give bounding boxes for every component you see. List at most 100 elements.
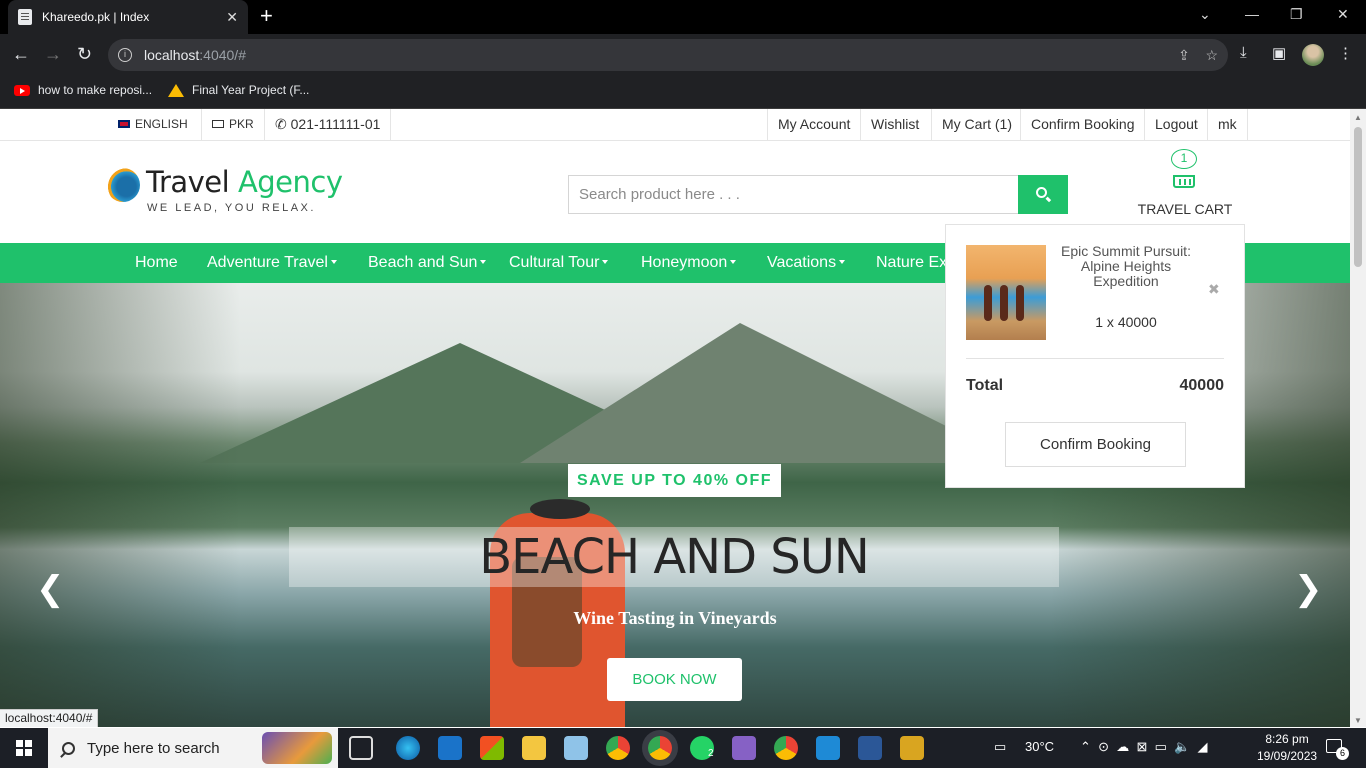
language-selector[interactable]: ENGLISH [108, 109, 198, 140]
money-icon [212, 120, 224, 128]
task-view-icon[interactable] [349, 736, 373, 760]
restore-window-icon[interactable]: ❐ [1290, 6, 1303, 23]
file-explorer-icon[interactable] [522, 736, 546, 760]
page-scrollbar[interactable]: ▲ ▼ [1350, 109, 1366, 727]
system-tray-icons[interactable]: ⌃ ⊙ ☁ ⊠ ▭ 🔈 ◢ [1080, 739, 1208, 755]
store-icon[interactable] [480, 736, 504, 760]
caret-down-icon [602, 260, 609, 264]
download-icon[interactable]: ⤓ [1240, 44, 1247, 61]
book-now-button[interactable]: BOOK NOW [607, 658, 742, 701]
nav-label: Beach and Sun [368, 254, 478, 271]
word-icon[interactable] [858, 736, 882, 760]
chrome-icon[interactable] [606, 736, 630, 760]
nav-label: Home [135, 254, 178, 271]
travel-cart[interactable]: 1 TRAVEL CART [1130, 147, 1240, 217]
weather-icon[interactable]: ▭ [994, 739, 1006, 755]
vscode-icon[interactable] [816, 736, 840, 760]
slider-next-icon[interactable]: ❯ [1294, 572, 1323, 606]
address-bar[interactable]: i localhost :4040/# ⇪ ☆ [108, 39, 1228, 71]
site-info-icon[interactable]: i [118, 48, 132, 62]
side-panel-icon[interactable]: ▣ [1272, 44, 1286, 62]
profile-avatar[interactable] [1302, 44, 1324, 66]
wishlist-link[interactable]: Wishlist [860, 109, 929, 140]
my-account-link[interactable]: My Account [767, 109, 860, 140]
system-clock[interactable]: 8:26 pm 19/09/2023 [1257, 731, 1317, 765]
browser-tab-active[interactable]: Khareedo.pk | Index ✕ [8, 0, 248, 34]
scrollbar-thumb[interactable] [1354, 127, 1362, 267]
phone-icon: ✆ [275, 116, 287, 132]
nav-home[interactable]: Home [135, 243, 178, 283]
mail-icon[interactable] [438, 736, 462, 760]
tab-search-chevron-icon[interactable]: ⌄ [1199, 6, 1211, 23]
tab-close-icon[interactable]: ✕ [226, 9, 238, 26]
language-label: ENGLISH [135, 117, 188, 131]
logo-tagline: WE LEAD, YOU RELAX. [147, 202, 316, 214]
product-search [568, 175, 1068, 214]
visual-studio-icon[interactable] [732, 736, 756, 760]
temperature[interactable]: 30°C [1025, 739, 1054, 754]
bookmark-youtube[interactable]: how to make reposi... [14, 83, 152, 97]
browser-menu-icon[interactable]: ⋮ [1338, 44, 1353, 62]
caret-down-icon [330, 260, 337, 264]
username-link[interactable]: mk [1207, 109, 1248, 140]
slider-prev-icon[interactable]: ❮ [36, 572, 65, 606]
close-window-icon[interactable]: ✕ [1337, 6, 1349, 23]
bookmark-label: Final Year Project (F... [192, 83, 310, 97]
cart-item-quantity: 1 x 40000 [1095, 314, 1157, 330]
search-input[interactable] [568, 175, 1019, 214]
scroll-up-icon[interactable]: ▲ [1354, 113, 1362, 122]
nav-beach-and-sun[interactable]: Beach and Sun [368, 243, 487, 283]
edge-icon[interactable] [396, 736, 420, 760]
confirm-booking-link[interactable]: Confirm Booking [1020, 109, 1145, 140]
reload-icon[interactable]: ↻ [77, 44, 92, 64]
clock-date: 19/09/2023 [1257, 749, 1318, 763]
start-pane [25, 749, 32, 756]
my-cart-link[interactable]: My Cart (1) [931, 109, 1022, 140]
clock-time: 8:26 pm [1265, 732, 1309, 746]
google-drive-icon [168, 83, 184, 97]
share-and-bookmark-icons[interactable]: ⇪ ☆ [1178, 47, 1218, 64]
nav-honeymoon[interactable]: Honeymoon [641, 243, 737, 283]
back-arrow-icon[interactable]: ← [12, 44, 30, 64]
windows-start-icon[interactable] [16, 740, 32, 756]
minimize-window-icon[interactable]: — [1245, 6, 1259, 22]
thumbnail-figure [984, 285, 992, 321]
currency-label: PKR [229, 117, 254, 131]
cart-dropdown: Epic Summit Pursuit: Alpine Heights Expe… [945, 224, 1245, 488]
scroll-down-icon[interactable]: ▼ [1354, 716, 1362, 725]
taskbar-search[interactable]: Type here to search [48, 728, 338, 768]
remove-item-icon[interactable]: ✖ [1208, 281, 1220, 298]
start-pane [16, 740, 23, 747]
nav-vacations[interactable]: Vacations [767, 243, 846, 283]
nav-label: Adventure Travel [207, 254, 328, 271]
app-icon[interactable] [900, 736, 924, 760]
logo-text: Travel Agency [146, 165, 343, 199]
notes-icon[interactable] [564, 736, 588, 760]
hero-background-image [530, 499, 590, 519]
bookmark-drive[interactable]: Final Year Project (F... [168, 83, 309, 97]
hero-background-image [0, 283, 240, 727]
logout-link[interactable]: Logout [1144, 109, 1208, 140]
nav-adventure-travel[interactable]: Adventure Travel [207, 243, 337, 283]
nav-nature[interactable]: Nature Ex [876, 243, 947, 283]
total-label: Total [966, 377, 1004, 394]
nav-label: Cultural Tour [509, 254, 600, 271]
start-pane [25, 740, 32, 747]
caret-down-icon [730, 260, 737, 264]
chrome-active-icon[interactable] [648, 736, 672, 760]
hero-headline: BEACH AND SUN [479, 529, 870, 585]
nav-cultural-tour[interactable]: Cultural Tour [509, 243, 609, 283]
currency-selector[interactable]: PKR [201, 109, 264, 140]
chrome-profile-icon[interactable] [774, 736, 798, 760]
notification-icon[interactable]: 6 [1326, 739, 1349, 760]
confirm-booking-button[interactable]: Confirm Booking [1005, 422, 1186, 467]
whatsapp-badge: 2 [708, 748, 714, 759]
nav-label: Honeymoon [641, 254, 728, 271]
nav-label: Nature Ex [876, 254, 948, 271]
search-button[interactable] [1018, 175, 1068, 214]
phone-number: ✆ 021-111111-01 [264, 109, 392, 140]
browser-toolbar: ← → ↻ i localhost :4040/# ⇪ ☆ [0, 34, 1366, 76]
new-tab-button[interactable]: + [260, 4, 273, 28]
cart-item-name[interactable]: Epic Summit Pursuit: Alpine Heights Expe… [1056, 244, 1196, 289]
forward-arrow-icon[interactable]: → [44, 44, 62, 64]
